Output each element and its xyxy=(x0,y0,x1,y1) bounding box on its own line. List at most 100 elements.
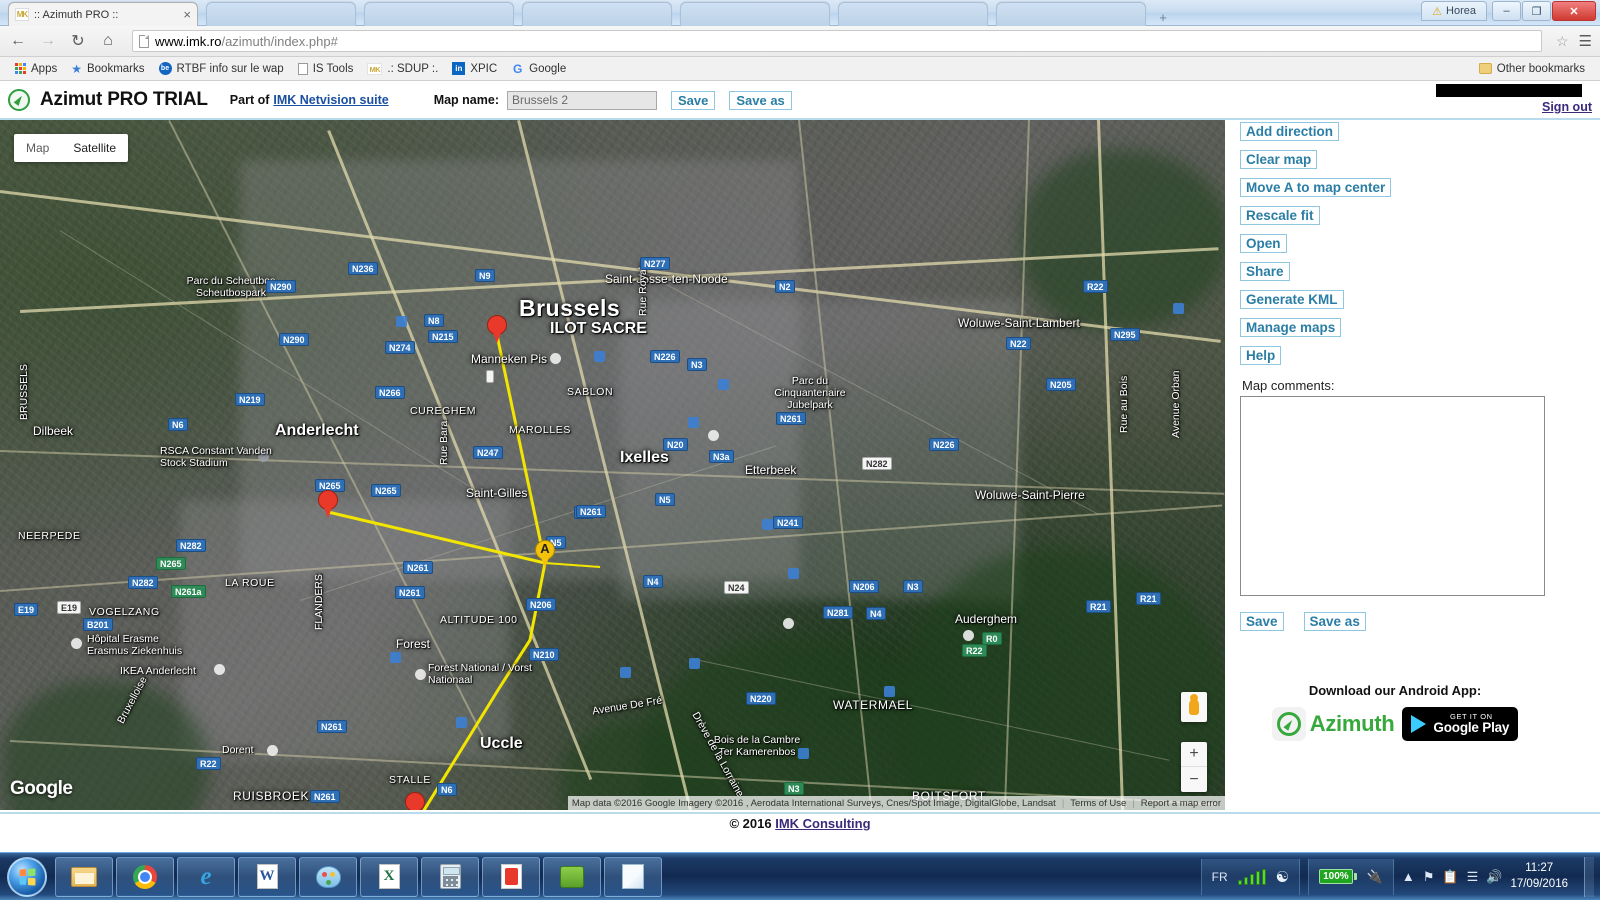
bookmark-rtbf[interactable]: be RTBF info sur le wap xyxy=(152,59,291,79)
volume-icon[interactable]: 🔊 xyxy=(1486,869,1502,885)
panel-save-button[interactable]: Save xyxy=(1240,612,1284,631)
road-shield: N4 xyxy=(866,607,886,620)
road-shield: N282 xyxy=(176,539,206,552)
share-button[interactable]: Share xyxy=(1240,262,1290,281)
map-type-map-button[interactable]: Map xyxy=(14,134,61,162)
taskbar-pdf-reader[interactable] xyxy=(482,856,540,897)
save-as-button[interactable]: Save as xyxy=(729,90,792,110)
reload-icon[interactable]: ↻ xyxy=(68,31,88,51)
app-header: Azimut PRO TRIAL Part of IMK Netvision s… xyxy=(0,81,1600,119)
map-comments-textarea[interactable] xyxy=(1240,396,1545,596)
map-marker-red-center[interactable] xyxy=(487,315,507,343)
taskbar-microsoft-excel[interactable]: X xyxy=(360,856,418,897)
new-tab-button[interactable]: + xyxy=(1152,10,1174,26)
add-direction-button[interactable]: Add direction xyxy=(1240,122,1339,141)
bookmark-label: .: SDUP :. xyxy=(387,62,439,75)
taskbar-internet-explorer[interactable]: e xyxy=(177,856,235,897)
map-type-switcher[interactable]: Map Satellite xyxy=(14,134,129,162)
map-marker-red[interactable] xyxy=(318,490,338,518)
browser-tab-background-3[interactable] xyxy=(522,2,672,26)
open-button[interactable]: Open xyxy=(1240,234,1287,253)
home-icon[interactable]: ⌂ xyxy=(98,31,118,51)
taskbar-calculator[interactable] xyxy=(421,856,479,897)
start-button[interactable] xyxy=(2,855,52,899)
bookmark-apps[interactable]: Apps xyxy=(8,59,64,79)
azimuth-app-logo[interactable]: Azimuth xyxy=(1271,707,1395,741)
battery-icon[interactable]: 100% xyxy=(1319,869,1357,884)
map-poi xyxy=(390,652,401,663)
bookmark-google[interactable]: G Google xyxy=(504,59,573,79)
browser-tab-background-5[interactable] xyxy=(838,2,988,26)
close-icon[interactable]: × xyxy=(183,8,191,21)
taskbar-notepad[interactable] xyxy=(604,856,662,897)
page-info-icon[interactable] xyxy=(139,34,149,48)
clock-time: 11:27 xyxy=(1525,861,1554,874)
generate-kml-button[interactable]: Generate KML xyxy=(1240,290,1344,309)
manage-maps-button[interactable]: Manage maps xyxy=(1240,318,1342,337)
help-button[interactable]: Help xyxy=(1240,346,1282,365)
map-name-input[interactable] xyxy=(506,90,657,110)
taskbar-windows-explorer[interactable] xyxy=(55,856,113,897)
bookmark-sdup[interactable]: MK .: SDUP :. xyxy=(360,59,445,79)
taskbar-image-viewer[interactable] xyxy=(543,856,601,897)
bookmark-is-tools[interactable]: IS Tools xyxy=(291,59,361,79)
other-bookmarks-button[interactable]: Other bookmarks xyxy=(1472,59,1592,79)
map-place-label: Manneken Pis xyxy=(471,352,548,366)
taskbar-microsoft-paint[interactable] xyxy=(299,856,357,897)
network-signal-icon[interactable]: ☰ xyxy=(1467,869,1479,885)
action-center-flag-icon[interactable]: ⚑ xyxy=(1423,869,1435,885)
bookmark-xpic[interactable]: in XPIC xyxy=(445,59,504,79)
map-marker-red[interactable] xyxy=(405,792,425,810)
zoom-in-button[interactable]: + xyxy=(1181,742,1207,767)
road-shield: N261 xyxy=(576,505,606,518)
clock[interactable]: 11:27 17/09/2016 xyxy=(1510,861,1576,892)
chrome-menu-icon[interactable]: ☰ xyxy=(1579,32,1592,50)
clipboard-icon[interactable]: 📋 xyxy=(1442,869,1458,885)
browser-tab-background-1[interactable] xyxy=(206,2,356,26)
back-icon[interactable]: ← xyxy=(8,31,28,51)
bookmark-star-icon[interactable]: ☆ xyxy=(1556,33,1569,50)
imk-consulting-link[interactable]: IMK Consulting xyxy=(775,816,870,831)
minimize-button[interactable]: – xyxy=(1492,1,1521,21)
browser-tab-background-4[interactable] xyxy=(680,2,830,26)
show-hidden-icons-chevron-icon[interactable]: ▲ xyxy=(1402,869,1415,884)
other-bookmarks-label: Other bookmarks xyxy=(1496,62,1585,75)
map-canvas[interactable]: Brussels ILOT SACRE Anderlecht Ixelles E… xyxy=(0,120,1225,810)
report-map-error-link[interactable]: Report a map error xyxy=(1141,798,1221,809)
language-indicator[interactable]: FR xyxy=(1212,870,1228,884)
chrome-profile-button[interactable]: ⚠ Horea xyxy=(1421,1,1487,21)
address-bar[interactable]: www.imk.ro/azimuth/index.php# xyxy=(132,30,1542,52)
google-play-badge[interactable]: GET IT ON Google Play xyxy=(1402,707,1519,741)
map-type-satellite-button[interactable]: Satellite xyxy=(61,134,128,162)
close-button[interactable]: ✕ xyxy=(1552,1,1596,21)
taskbar-microsoft-word[interactable]: W xyxy=(238,856,296,897)
map-place-label: Woluwe-Saint-Lambert xyxy=(958,316,1080,330)
taskbar-google-chrome[interactable] xyxy=(116,856,174,897)
map-marker-a[interactable]: A xyxy=(535,540,555,568)
map-place-label: FLANDERS xyxy=(313,573,325,630)
maximize-button[interactable]: ❐ xyxy=(1522,1,1551,21)
windows-explorer-icon xyxy=(71,866,97,887)
terms-of-use-link[interactable]: Terms of Use xyxy=(1070,798,1126,809)
road-shield: N261 xyxy=(395,586,425,599)
map-poi xyxy=(884,686,895,697)
move-a-to-map-center-button[interactable]: Move A to map center xyxy=(1240,178,1392,197)
power-plug-icon[interactable]: 🔌 xyxy=(1367,869,1383,885)
street-view-pegman-icon[interactable] xyxy=(1181,692,1207,722)
zoom-out-button[interactable]: − xyxy=(1181,767,1207,792)
clear-map-button[interactable]: Clear map xyxy=(1240,150,1318,169)
save-button[interactable]: Save xyxy=(670,90,716,110)
map-zoom-controls[interactable]: + − xyxy=(1181,742,1207,792)
browser-tab-azimuth[interactable]: MK :: Azimuth PRO :: × xyxy=(8,2,198,26)
netvision-suite-link[interactable]: IMK Netvision suite xyxy=(273,93,388,107)
sign-out-link[interactable]: Sign out xyxy=(1542,100,1592,114)
browser-tab-background-2[interactable] xyxy=(364,2,514,26)
show-desktop-button[interactable] xyxy=(1584,856,1594,897)
wifi-icon[interactable]: ☯ xyxy=(1276,868,1289,886)
panel-save-as-button[interactable]: Save as xyxy=(1303,612,1366,631)
forward-icon[interactable]: → xyxy=(38,31,58,51)
signal-bars-icon[interactable] xyxy=(1237,868,1266,885)
bookmark-bookmarks[interactable]: ★ Bookmarks xyxy=(64,59,151,79)
rescale-fit-button[interactable]: Rescale fit xyxy=(1240,206,1320,225)
browser-tab-background-6[interactable] xyxy=(996,2,1146,26)
